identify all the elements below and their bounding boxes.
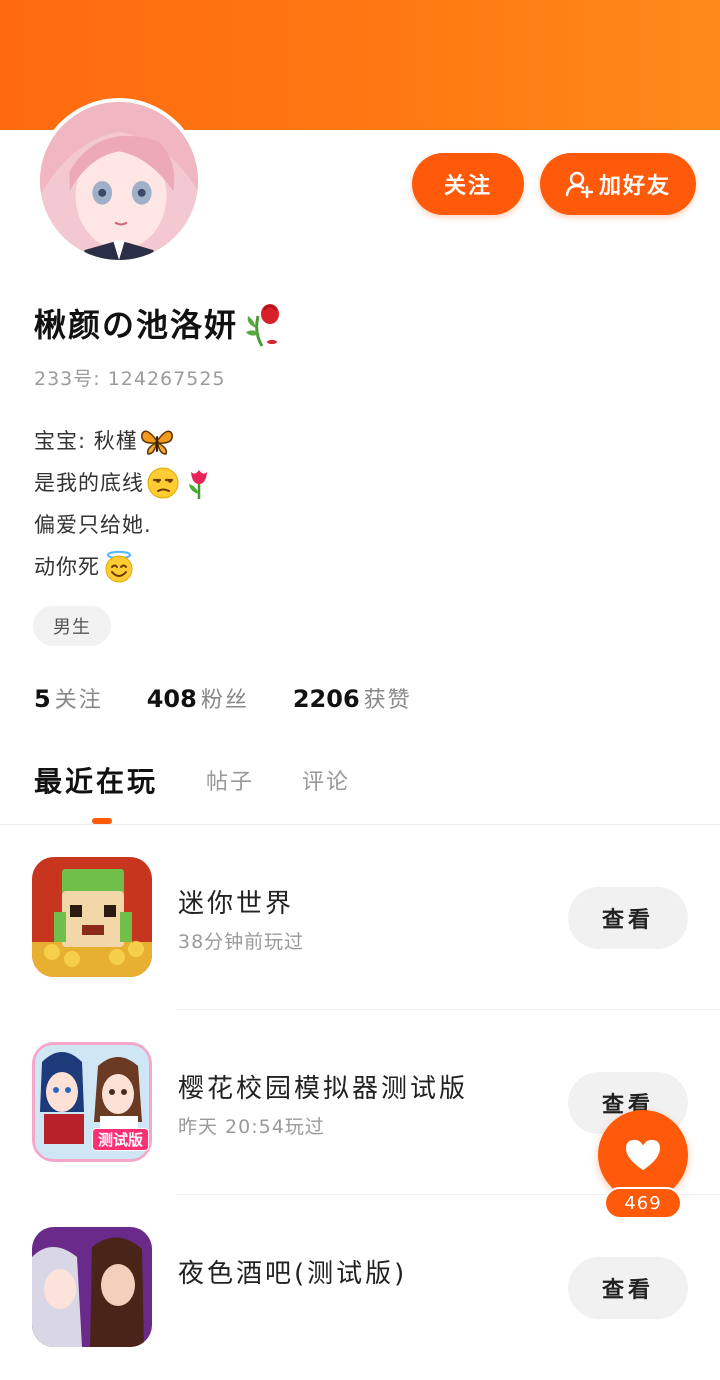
- bio-line: 动你死: [34, 546, 216, 588]
- view-game-button[interactable]: 查看: [568, 1257, 688, 1319]
- bio-line-text: 动你死: [34, 555, 100, 579]
- profile-bio: 宝宝: 秋槿 是我的底线 偏爱只给她. 动你死: [34, 420, 216, 588]
- heart-icon: [626, 1139, 660, 1171]
- stat-label: 获赞: [363, 688, 412, 713]
- night-bar-icon[interactable]: [32, 1227, 152, 1347]
- butterfly-icon: [140, 424, 174, 458]
- view-button-label: 查看: [601, 908, 654, 933]
- view-game-button[interactable]: 查看: [568, 887, 688, 949]
- game-title: 夜色酒吧(测试版): [178, 1259, 408, 1289]
- profile-tabs: 最近在玩 帖子 评论: [34, 760, 398, 800]
- tab-comments[interactable]: 评论: [302, 764, 350, 796]
- stat-number: 2206: [292, 685, 360, 713]
- game-last-played: 38分钟前玩过: [178, 931, 305, 953]
- stat-label: 粉丝: [200, 688, 249, 713]
- mini-world-icon[interactable]: [32, 857, 152, 977]
- bio-line: 宝宝: 秋槿: [34, 420, 216, 462]
- list-item[interactable]: 夜色酒吧(测试版) 查看: [0, 1195, 720, 1380]
- sakura-school-icon[interactable]: 测试版: [32, 1042, 152, 1162]
- nickname-text: 楸颜の池洛妍: [34, 306, 239, 344]
- stat-label: 关注: [54, 688, 103, 713]
- gender-tag-label: 男生: [53, 617, 91, 638]
- avatar[interactable]: [36, 98, 202, 264]
- avatar-image: [40, 102, 198, 260]
- add-friend-button[interactable]: 加好友: [540, 153, 696, 215]
- smiling-face-with-halo-icon: [102, 550, 136, 584]
- stat-number: 408: [146, 685, 197, 713]
- follow-button-label: 关注: [443, 174, 492, 199]
- wilted-rose-icon: [240, 298, 284, 348]
- tab-posts[interactable]: 帖子: [206, 764, 254, 796]
- stat-followers[interactable]: 408 粉丝: [147, 682, 249, 714]
- stat-number: 5: [34, 685, 51, 713]
- stat-likes[interactable]: 2206 获赞: [293, 682, 412, 714]
- view-button-label: 查看: [601, 1278, 654, 1303]
- bio-line-text: 是我的底线: [34, 471, 144, 495]
- bio-line-text: 偏爱只给她.: [34, 513, 152, 537]
- game-title: 樱花校园模拟器测试版: [178, 1074, 469, 1104]
- add-user-icon: [565, 170, 593, 198]
- bio-line: 偏爱只给她.: [34, 504, 216, 546]
- unamused-face-icon: [146, 466, 180, 500]
- gender-tag: 男生: [33, 606, 111, 646]
- bio-line-text: 宝宝: 秋槿: [34, 429, 138, 453]
- stat-following[interactable]: 5 关注: [34, 682, 103, 714]
- tab-recently-played[interactable]: 最近在玩: [34, 760, 158, 800]
- follow-button[interactable]: 关注: [412, 153, 524, 215]
- profile-nickname: 楸颜の池洛妍: [34, 298, 284, 348]
- user-id: 233号: 124267525: [34, 368, 226, 390]
- game-last-played: 昨天 20:54玩过: [178, 1116, 325, 1138]
- tulip-icon: [182, 466, 216, 500]
- like-count: 469: [604, 1187, 682, 1219]
- list-item[interactable]: 迷你世界 38分钟前玩过 查看: [0, 825, 720, 1010]
- profile-stats: 5 关注 408 粉丝 2206 获赞: [34, 682, 456, 714]
- add-friend-button-label: 加好友: [598, 174, 671, 199]
- bio-line: 是我的底线: [34, 462, 216, 504]
- test-version-badge: 测试版: [92, 1128, 150, 1151]
- game-title: 迷你世界: [178, 889, 295, 919]
